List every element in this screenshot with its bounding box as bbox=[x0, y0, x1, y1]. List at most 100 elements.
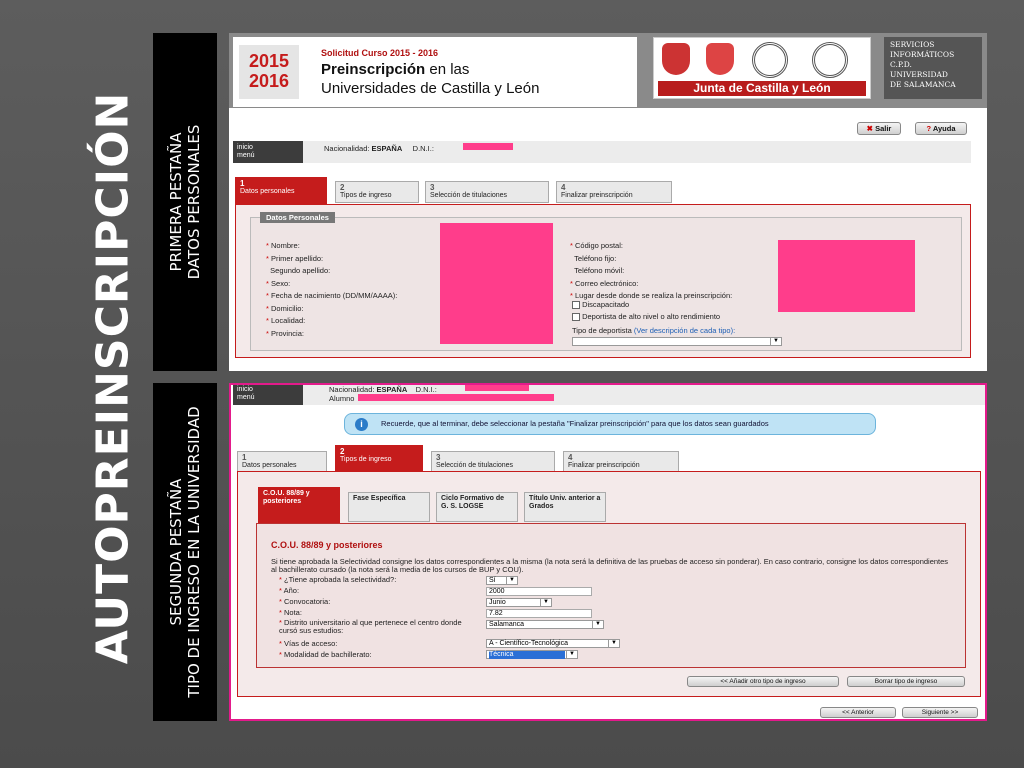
redacted-dni bbox=[465, 385, 529, 391]
band-second-tab: SEGUNDA PESTAÑA TIPO DE INGRESO EN LA UNI… bbox=[153, 383, 217, 721]
tab-label: Selección de titulaciones bbox=[430, 192, 508, 199]
field-label: * Fecha de nacimiento (DD/MM/AAAA): bbox=[266, 291, 398, 300]
checkbox-icon[interactable] bbox=[572, 313, 580, 322]
add-ingreso-button[interactable]: << Añadir otro tipo de ingreso bbox=[687, 676, 839, 687]
tab-num: 2 bbox=[340, 183, 345, 192]
cou-intro: Si tiene aprobada la Selectividad consig… bbox=[271, 557, 949, 574]
tab-label: Finalizar preinscripción bbox=[568, 462, 640, 469]
junta-label: Junta de Castilla y León bbox=[658, 81, 866, 96]
seal-icon bbox=[812, 42, 848, 78]
cou-panel: C.O.U. 88/89 y posteriores Si tiene apro… bbox=[256, 523, 966, 668]
menu-button[interactable]: inicio menú bbox=[233, 385, 303, 405]
tab-seleccion-titulaciones[interactable]: 3 Selección de titulaciones bbox=[425, 181, 549, 203]
redacted-contact-data bbox=[778, 240, 915, 312]
redacted-dni bbox=[463, 143, 513, 150]
deportista-link[interactable]: (Ver descripción de cada tipo): bbox=[634, 326, 735, 335]
band1-line2: DATOS PERSONALES bbox=[185, 124, 203, 280]
crest-icon bbox=[706, 43, 734, 75]
anterior-button[interactable]: << Anterior bbox=[820, 707, 896, 718]
servicios-line: DE SALAMANCA bbox=[890, 80, 956, 89]
delete-ingreso-button[interactable]: Borrar tipo de ingreso bbox=[847, 676, 965, 687]
cou-title: C.O.U. 88/89 y posteriores bbox=[271, 540, 383, 550]
crest-icon bbox=[662, 43, 690, 75]
left-labels: * Nombre: * Primer apellido: Segundo ape… bbox=[266, 240, 397, 340]
menu-button[interactable]: inicio menú bbox=[233, 141, 303, 163]
modalidad-select[interactable]: Técnica ▼ bbox=[486, 650, 578, 659]
field-label: * Provincia: bbox=[266, 328, 304, 338]
distrito-select[interactable]: Salamanca ▼ bbox=[486, 620, 604, 629]
header-title-box: 2015 2016 Solicitud Curso 2015 - 2016 Pr… bbox=[233, 37, 637, 107]
close-icon: ✖ bbox=[866, 124, 873, 133]
tipo-content: C.O.U. 88/89 y posteriores Fase Específi… bbox=[237, 471, 981, 697]
tab-tipos-ingreso[interactable]: 2 Tipos de ingreso bbox=[335, 181, 419, 203]
right-labels: * Código postal: Teléfono fijo: Teléfono… bbox=[570, 240, 732, 303]
tab-finalizar[interactable]: 4 Finalizar preinscripción bbox=[556, 181, 672, 203]
header-title: Preinscripción en las bbox=[321, 61, 469, 78]
tab-num: 4 bbox=[561, 183, 566, 192]
chevron-down-icon: ▼ bbox=[592, 621, 603, 628]
tab-label: Datos personales bbox=[242, 462, 297, 469]
band1-line1: PRIMERA PESTAÑA bbox=[167, 132, 185, 272]
nacionalidad-row: Nacionalidad: ESPAÑA D.N.I.: bbox=[329, 385, 437, 394]
vias-acceso-select[interactable]: A - Científico-Tecnológica ▼ bbox=[486, 639, 620, 648]
selectividad-select[interactable]: Sí ▼ bbox=[486, 576, 518, 585]
band2-line2: TIPO DE INGRESO EN LA UNIVERSIDAD bbox=[185, 406, 203, 698]
nota-input[interactable]: 7.82 bbox=[486, 609, 592, 618]
band-first-tab: PRIMERA PESTAÑA DATOS PERSONALES bbox=[153, 33, 217, 371]
notice-text: Recuerde, que al terminar, debe seleccio… bbox=[381, 419, 769, 428]
nacionalidad-row: Nacionalidad: ESPAÑA D.N.I.: bbox=[324, 144, 434, 153]
title-rest: en las bbox=[425, 61, 470, 78]
screenshot-datos-personales: 2015 2016 Solicitud Curso 2015 - 2016 Pr… bbox=[229, 33, 987, 371]
field-label: * Sexo: bbox=[266, 278, 291, 288]
nacionalidad-label: Nacionalidad: bbox=[329, 385, 375, 394]
field-label: * Localidad: bbox=[266, 316, 306, 325]
check-discapacitado[interactable]: Discapacitado bbox=[572, 300, 629, 310]
deportista-label: Tipo de deportista (Ver descripción de c… bbox=[572, 326, 736, 335]
tab-finalizar[interactable]: 4 Finalizar preinscripción bbox=[563, 451, 679, 473]
nacionalidad-value: ESPAÑA bbox=[371, 144, 403, 153]
tab-num: 1 bbox=[242, 453, 247, 462]
tab-tipos-ingreso[interactable]: 2 Tipos de ingreso bbox=[335, 445, 423, 473]
tab-datos-personales[interactable]: 1 Datos personales bbox=[237, 451, 327, 473]
field-label: * Domicilio: bbox=[266, 303, 304, 313]
alumno-label: Alumno bbox=[329, 394, 355, 403]
convocatoria-select[interactable]: Junio ▼ bbox=[486, 598, 552, 607]
anio-input[interactable]: 2000 bbox=[486, 587, 592, 596]
tab-num: 4 bbox=[568, 453, 573, 462]
tab-num: 3 bbox=[436, 453, 441, 462]
subtab-ciclo-formativo[interactable]: Ciclo Formativo de G. S. LOGSE bbox=[436, 492, 518, 522]
menu-label: menú bbox=[237, 152, 255, 159]
field-label: * Modalidad de bachillerato: bbox=[279, 650, 372, 659]
salir-label: Salir bbox=[875, 124, 892, 133]
header-title-line2: Universidades de Castilla y León bbox=[321, 80, 540, 97]
solicitud-label: Solicitud Curso 2015 - 2016 bbox=[321, 48, 439, 58]
help-icon: ? bbox=[926, 124, 932, 133]
redacted-alumno bbox=[358, 394, 554, 401]
crests-box: Junta de Castilla y León bbox=[653, 37, 871, 99]
tab-num: 2 bbox=[340, 447, 345, 456]
title-bold: Preinscripción bbox=[321, 61, 426, 78]
tab-label: Selección de titulaciones bbox=[436, 462, 514, 469]
field-label: * Correo electrónico: bbox=[570, 278, 639, 288]
subtab-cou[interactable]: C.O.U. 88/89 y posteriores bbox=[258, 487, 340, 523]
check-deportista[interactable]: Deportista de alto nivel o alto rendimie… bbox=[572, 312, 720, 322]
salir-button[interactable]: ✖ Salir bbox=[857, 122, 901, 135]
ayuda-button[interactable]: ? Ayuda bbox=[915, 122, 967, 135]
checkbox-icon[interactable] bbox=[572, 301, 580, 310]
screenshot-tipo-ingreso: inicio menú Nacionalidad: ESPAÑA D.N.I.:… bbox=[229, 383, 987, 721]
chevron-down-icon: ▼ bbox=[566, 651, 577, 658]
siguiente-button[interactable]: Siguiente >> bbox=[902, 707, 978, 718]
chevron-down-icon: ▼ bbox=[608, 640, 619, 647]
tab-label: Finalizar preinscripción bbox=[561, 192, 633, 199]
tab-datos-personales[interactable]: 1 Datos personales bbox=[235, 177, 327, 205]
subtab-titulo-univ[interactable]: Título Univ. anterior a Grados bbox=[524, 492, 606, 522]
tab-seleccion-titulaciones[interactable]: 3 Selección de titulaciones bbox=[431, 451, 555, 473]
chevron-down-icon: ▼ bbox=[770, 338, 781, 345]
servicios-line: SERVICIOS bbox=[890, 40, 935, 49]
servicios-logo: SERVICIOS INFORMÁTICOS C.P.D. UNIVERSIDA… bbox=[884, 37, 982, 99]
band2-line1: SEGUNDA PESTAÑA bbox=[167, 478, 185, 626]
tab-label: Tipos de ingreso bbox=[340, 192, 392, 199]
subtab-fase-especifica[interactable]: Fase Específica bbox=[348, 492, 430, 522]
deportista-select[interactable]: ▼ bbox=[572, 337, 782, 346]
tab-label: Tipos de ingreso bbox=[340, 456, 392, 463]
